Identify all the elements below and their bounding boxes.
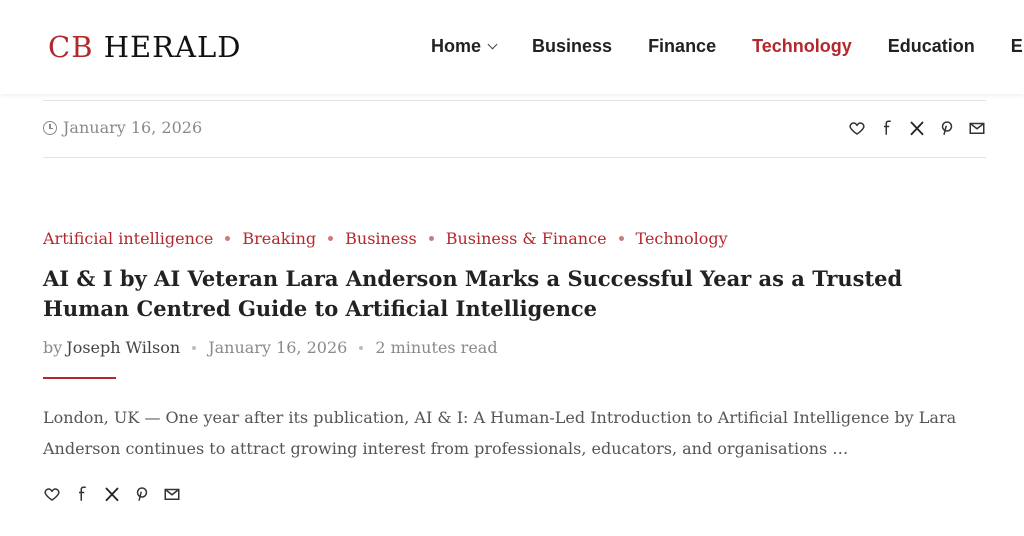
share-bar-top: [848, 119, 986, 137]
by-prefix: by: [43, 338, 63, 357]
nav-item-label: Business: [532, 36, 613, 56]
pinterest-icon[interactable]: [133, 485, 151, 503]
mail-icon[interactable]: [163, 485, 181, 503]
post-date: January 16, 2026: [63, 118, 203, 137]
heart-icon[interactable]: [848, 119, 866, 137]
article-excerpt: London, UK — One year after its publicat…: [43, 408, 957, 458]
accent-rule: [43, 377, 116, 379]
logo-prefix: CB: [48, 30, 94, 64]
category-link[interactable]: Technology: [636, 229, 728, 248]
separator-dot: [192, 345, 197, 350]
clock-icon: [43, 120, 57, 135]
site-header: CB HERALD Home Business Finance Technolo…: [0, 0, 1024, 94]
x-icon[interactable]: [908, 119, 926, 137]
main-nav: Home Business Finance Technology Educati…: [431, 36, 1024, 57]
separator-dot: [428, 236, 434, 241]
previous-post-meta: January 16, 2026: [43, 118, 202, 137]
chevron-down-icon: [487, 39, 498, 50]
nav-item-business[interactable]: Business: [532, 36, 612, 57]
nav-item-label: Home: [431, 36, 482, 56]
nav-item-entertainment[interactable]: Ente: [1011, 36, 1024, 57]
logo-name: HERALD: [103, 30, 242, 64]
separator-dot: [618, 236, 624, 241]
facebook-icon[interactable]: [73, 485, 91, 503]
read-time: 2 minutes read: [375, 338, 498, 357]
nav-item-finance[interactable]: Finance: [648, 36, 716, 57]
category-link[interactable]: Business & Finance: [446, 229, 607, 248]
x-icon[interactable]: [103, 485, 121, 503]
separator-dot: [359, 345, 364, 350]
nav-item-education[interactable]: Education: [888, 36, 975, 57]
nav-item-label: Finance: [648, 36, 717, 56]
category-link[interactable]: Business: [345, 229, 417, 248]
divider: [43, 157, 986, 158]
separator-dot: [225, 236, 231, 241]
separator-dot: [328, 236, 334, 241]
article-byline: by Joseph Wilson January 16, 2026 2 minu…: [43, 338, 498, 357]
heart-icon[interactable]: [43, 485, 61, 503]
divider: [43, 100, 986, 101]
category-link[interactable]: Breaking: [242, 229, 316, 248]
nav-item-label: Ente: [1010, 36, 1024, 56]
mail-icon[interactable]: [968, 119, 986, 137]
nav-item-technology[interactable]: Technology: [752, 36, 852, 57]
nav-item-label: Technology: [752, 36, 852, 56]
facebook-icon[interactable]: [878, 119, 896, 137]
nav-item-label: Education: [887, 36, 975, 56]
article-title[interactable]: AI & I by AI Veteran Lara Anderson Marks…: [43, 264, 983, 324]
author-link[interactable]: Joseph Wilson: [66, 338, 180, 357]
share-bar-article: [43, 485, 181, 503]
nav-item-home[interactable]: Home: [431, 36, 498, 57]
category-list: Artificial intelligence Breaking Busines…: [43, 229, 728, 248]
pinterest-icon[interactable]: [938, 119, 956, 137]
site-logo[interactable]: CB HERALD: [48, 30, 241, 64]
article-date: January 16, 2026: [208, 338, 348, 357]
category-link[interactable]: Artificial intelligence: [43, 229, 213, 248]
